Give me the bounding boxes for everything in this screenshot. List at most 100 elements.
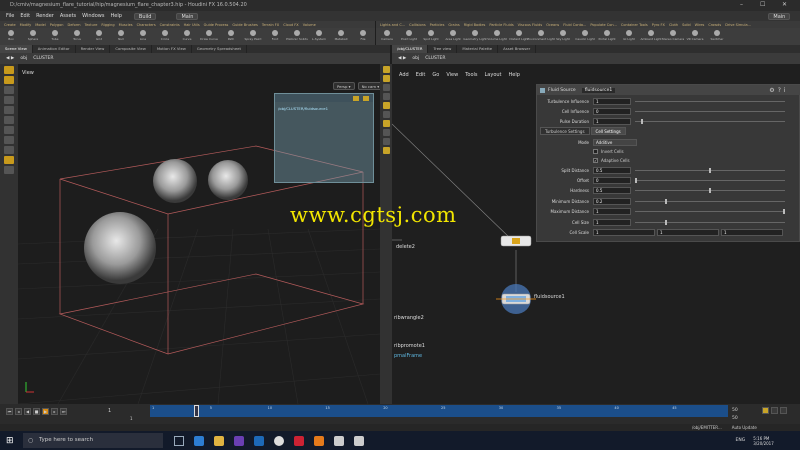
tab-turbulence-settings[interactable]: Turbulence Settings bbox=[540, 127, 590, 135]
node-label-pmalframe[interactable]: pmalFrame bbox=[394, 353, 422, 359]
shelf-tab[interactable]: Cloth bbox=[669, 23, 678, 27]
parm-value[interactable]: 1 bbox=[593, 218, 631, 226]
shelf-tool[interactable]: Switcher bbox=[706, 28, 728, 45]
camera-icon[interactable] bbox=[382, 147, 390, 154]
audio-icon[interactable] bbox=[780, 407, 787, 414]
menu-help[interactable]: Help bbox=[110, 13, 121, 19]
slider-knob[interactable] bbox=[664, 198, 667, 204]
start-frame[interactable]: 1 bbox=[130, 416, 133, 421]
shelf-tab[interactable]: Cloud FX bbox=[283, 23, 299, 27]
shelf-tab[interactable]: Model bbox=[35, 23, 46, 27]
rotate-tool-icon[interactable] bbox=[4, 96, 14, 104]
gear-icon[interactable] bbox=[353, 95, 359, 101]
close-button[interactable]: ✕ bbox=[782, 1, 787, 8]
shelf-tool[interactable]: File bbox=[352, 28, 374, 45]
last-frame-button[interactable]: ⏭ bbox=[60, 408, 67, 415]
pane-tab[interactable]: Material Palette bbox=[457, 45, 499, 53]
shelf-tool[interactable]: Camera bbox=[376, 28, 398, 45]
mode-dropdown[interactable]: Additive bbox=[593, 138, 637, 146]
shelf-tool[interactable]: Portal Light bbox=[596, 28, 618, 45]
snap-tool-icon[interactable] bbox=[4, 156, 14, 164]
auto-update-label[interactable]: Auto Update bbox=[732, 425, 757, 430]
app-icon[interactable] bbox=[293, 435, 304, 446]
shelf-tab[interactable]: Polygon bbox=[50, 23, 64, 27]
menu-assets[interactable]: Assets bbox=[60, 13, 76, 19]
select-tool-icon[interactable] bbox=[4, 66, 14, 74]
shelf-tab[interactable]: Grains bbox=[448, 23, 459, 27]
shelf-tab[interactable]: Muscles bbox=[119, 23, 133, 27]
pose-tool-icon[interactable] bbox=[4, 126, 14, 134]
shelf-tab[interactable]: Pyro FX bbox=[652, 23, 665, 27]
parm-value[interactable]: 0 bbox=[593, 176, 631, 184]
persp-dropdown[interactable]: Persp ▾ bbox=[333, 82, 355, 90]
shelf-tab[interactable]: Modify bbox=[20, 23, 32, 27]
render-tool-icon[interactable] bbox=[4, 166, 14, 174]
shelf-tool[interactable]: Grid bbox=[88, 28, 110, 45]
app2-icon[interactable] bbox=[333, 435, 344, 446]
path-cluster[interactable]: CLUSTER bbox=[33, 56, 53, 61]
shelf-tool[interactable]: Null bbox=[110, 28, 132, 45]
premiere-icon[interactable] bbox=[233, 435, 244, 446]
windows-start-icon[interactable]: ⊞ bbox=[6, 436, 14, 446]
net-menu-edit[interactable]: Edit bbox=[416, 72, 426, 78]
node-label-fluidsource1[interactable]: fluidsource1 bbox=[534, 294, 565, 300]
current-frame[interactable]: 1 bbox=[108, 408, 111, 414]
shelf-tool[interactable]: Stereo Camera bbox=[662, 28, 684, 45]
slider-knob[interactable] bbox=[635, 177, 637, 183]
timeline-bar[interactable]: 1 5 10 15 20 25 30 35 40 45 bbox=[150, 405, 728, 417]
wire-icon[interactable] bbox=[382, 129, 390, 136]
parm-slider[interactable] bbox=[635, 177, 785, 183]
shelf-tab[interactable]: Hair Utils bbox=[184, 23, 200, 27]
app3-icon[interactable] bbox=[353, 435, 364, 446]
pane-tab[interactable]: Tree view bbox=[428, 45, 458, 53]
gear-icon[interactable]: ⚙ bbox=[769, 87, 774, 94]
menu-windows[interactable]: Windows bbox=[82, 13, 104, 19]
parm-slider[interactable] bbox=[635, 110, 785, 112]
pane-tab[interactable]: Motion FX View bbox=[152, 45, 192, 53]
shelf-tool[interactable]: Area Light bbox=[442, 28, 464, 45]
shelf-tool[interactable]: Metaball bbox=[330, 28, 352, 45]
next-key-button[interactable]: ▸ bbox=[51, 408, 58, 415]
shelf-tool[interactable]: L-System bbox=[308, 28, 330, 45]
shelf-tool[interactable]: Platonic Solids bbox=[286, 28, 308, 45]
tab-cell-settings[interactable]: Cell Settings bbox=[590, 127, 626, 135]
minimize-button[interactable]: – bbox=[740, 1, 743, 8]
time-cursor[interactable] bbox=[194, 405, 199, 417]
shelf-tab[interactable]: Drive Simula... bbox=[725, 23, 751, 27]
pin-icon[interactable] bbox=[363, 95, 369, 101]
shelf-tool[interactable]: Spot Light bbox=[420, 28, 442, 45]
realtime-icon[interactable] bbox=[771, 407, 778, 414]
shelf-tab[interactable]: Crowds bbox=[708, 23, 721, 27]
parm-value[interactable]: 0.5 bbox=[593, 187, 631, 195]
shelf-tool[interactable]: Tube bbox=[44, 28, 66, 45]
net-menu-view[interactable]: View bbox=[446, 72, 458, 78]
parm-value[interactable]: 1 bbox=[593, 117, 631, 125]
shelf-tab[interactable]: Oceans bbox=[546, 23, 559, 27]
shelf-tool[interactable]: Circle bbox=[154, 28, 176, 45]
snap-icon[interactable] bbox=[382, 138, 390, 145]
points-icon[interactable] bbox=[382, 93, 390, 100]
end-frame-global[interactable]: 50 bbox=[732, 416, 738, 421]
shelf-tab[interactable]: Container Tools bbox=[621, 23, 648, 27]
parm-slider[interactable] bbox=[635, 209, 785, 215]
path-obj[interactable]: obj bbox=[20, 56, 27, 61]
shelf-tool[interactable]: GI Light bbox=[618, 28, 640, 45]
node-name-field[interactable]: fluidsource1 bbox=[581, 87, 616, 93]
back-icon[interactable]: ◀ ▶ bbox=[398, 56, 406, 61]
shelf-tool[interactable]: Font bbox=[264, 28, 286, 45]
language-indicator[interactable]: ENG bbox=[736, 438, 746, 443]
shelf-tool[interactable]: Sphere bbox=[22, 28, 44, 45]
shelf-tool[interactable]: Point Light bbox=[398, 28, 420, 45]
parm-value[interactable]: 1 bbox=[593, 208, 631, 216]
shelf-tab[interactable]: Terrain FX bbox=[262, 23, 279, 27]
shelf-tool[interactable]: Ambient Light bbox=[640, 28, 662, 45]
parm-slider[interactable] bbox=[635, 118, 785, 124]
info-icon[interactable]: i bbox=[784, 87, 786, 94]
pane-tab[interactable]: Geometry Spreadsheet bbox=[192, 45, 247, 53]
shelf-tab[interactable]: Create bbox=[4, 23, 16, 27]
shelf-tab[interactable]: Rigging bbox=[101, 23, 114, 27]
normals-icon[interactable] bbox=[382, 102, 390, 109]
handle-tool-icon[interactable] bbox=[4, 116, 14, 124]
parm-slider[interactable] bbox=[635, 198, 785, 204]
net-menu-tools[interactable]: Tools bbox=[465, 72, 477, 78]
